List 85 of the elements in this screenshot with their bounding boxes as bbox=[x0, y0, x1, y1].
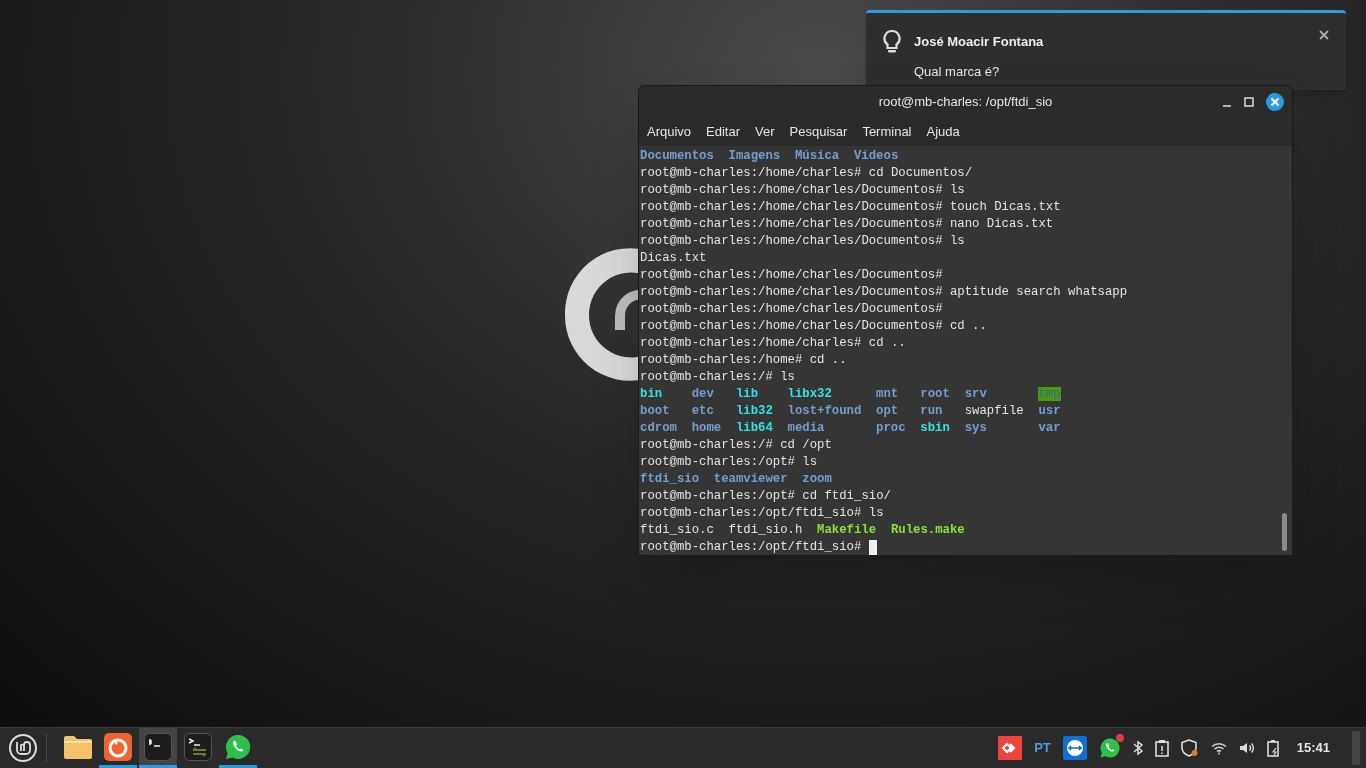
menu-item[interactable]: Terminal bbox=[856, 122, 918, 142]
file-name: Documentos bbox=[640, 149, 714, 163]
terminal-line: root@mb-charles:/home/charles# cd .. bbox=[640, 336, 906, 350]
language-indicator[interactable]: PT bbox=[1034, 738, 1051, 758]
file-name: lib32 bbox=[735, 404, 773, 418]
terminal-prompt: root@mb-charles:/opt/ftdi_sio# bbox=[640, 539, 862, 555]
file-name: swapfile bbox=[964, 404, 1024, 418]
remote-support-icon[interactable] bbox=[1062, 736, 1087, 760]
window-title: root@mb-charles: /opt/ftdi_sio bbox=[878, 93, 1053, 112]
terminal-line: root@mb-charles:/home# cd .. bbox=[640, 353, 847, 367]
terminal-line: root@mb-charles:/opt# cd ftdi_sio/ bbox=[640, 489, 891, 503]
terminal-line: root@mb-charles:/home/charles/Documentos# touch Dicas.txt bbox=[640, 200, 1061, 214]
terminal-line: root@mb-charles:/home/charles/Documentos# bbox=[640, 302, 943, 316]
file-name: usr bbox=[1038, 404, 1061, 418]
close-icon[interactable] bbox=[1266, 93, 1284, 111]
file-name: Makefile bbox=[817, 523, 877, 537]
volume-icon[interactable] bbox=[1238, 741, 1255, 755]
file-name: Imagens bbox=[728, 149, 781, 163]
file-name: ftdi_sio bbox=[640, 472, 700, 486]
file-name: boot bbox=[640, 404, 670, 418]
file-name: opt bbox=[876, 404, 899, 418]
terminal-line: Dicas.txt bbox=[640, 251, 707, 265]
file-name: proc bbox=[876, 421, 906, 435]
clock[interactable]: 15:41 bbox=[1296, 738, 1330, 758]
battery-icon[interactable] bbox=[1266, 739, 1281, 757]
terminal-line: root@mb-charles:/opt/ftdi_sio# ls bbox=[640, 506, 884, 520]
terminal-line: root@mb-charles:/home/charles/Documentos# cd .. bbox=[640, 319, 987, 333]
wifi-icon[interactable] bbox=[1210, 741, 1227, 755]
file-name: cdrom bbox=[640, 421, 677, 435]
file-name: run bbox=[920, 404, 943, 418]
clipboard-icon[interactable] bbox=[1154, 739, 1169, 757]
maximize-icon[interactable] bbox=[1244, 97, 1254, 107]
file-name: bin bbox=[640, 387, 663, 401]
file-name: Música bbox=[794, 149, 840, 163]
file-name: srv bbox=[964, 387, 987, 401]
file-name: home bbox=[691, 421, 722, 435]
terminal-line: root@mb-charles:/# cd /opt bbox=[640, 438, 832, 452]
menu-item[interactable]: Pesquisar bbox=[783, 122, 854, 142]
file-name: sys bbox=[964, 421, 987, 435]
file-name: sbin bbox=[920, 421, 950, 435]
terminal-line: root@mb-charles:/home/charles/Documentos# bbox=[640, 268, 943, 282]
file-name: teamviewer bbox=[713, 472, 788, 486]
file-name: Vídeos bbox=[854, 149, 899, 163]
file-name: lib64 bbox=[735, 421, 773, 435]
notification-message: Qual marca é? bbox=[914, 63, 1000, 81]
terminal-line: root@mb-charles:/home/charles# cd Documentos/ bbox=[640, 166, 973, 180]
menu-logo-icon[interactable] bbox=[8, 733, 38, 763]
whatsapp-icon bbox=[224, 732, 252, 761]
menu-item[interactable]: Editar bbox=[700, 122, 747, 142]
terminal-line: root@mb-charles:/home/charles/Documentos# ls bbox=[640, 234, 965, 248]
menu-item[interactable]: Ajuda bbox=[920, 122, 966, 142]
terminal-line: root@mb-charles:/home/charles/Documentos# nano Dicas.txt bbox=[640, 217, 1054, 231]
terminal-line: root@mb-charles:/# ls bbox=[640, 370, 795, 384]
browser-icon bbox=[104, 732, 132, 761]
file-name: media bbox=[787, 421, 825, 435]
file-name: etc bbox=[691, 404, 714, 418]
scrollbar-thumb[interactable] bbox=[1282, 513, 1287, 551]
notification-title: José Moacir Fontana bbox=[914, 33, 1044, 51]
whatsapp-tray-icon[interactable] bbox=[1098, 737, 1121, 759]
file-name: lib bbox=[735, 387, 759, 401]
text-cursor bbox=[868, 540, 877, 555]
terminal-icon bbox=[144, 732, 172, 761]
file-name: libx32 bbox=[787, 387, 832, 401]
close-icon[interactable] bbox=[1319, 30, 1329, 40]
file-name: mnt bbox=[876, 387, 899, 401]
terminal-arrows-icon bbox=[184, 732, 212, 761]
file-name: lost+found bbox=[787, 404, 862, 418]
remote-desktop-icon[interactable] bbox=[998, 736, 1023, 760]
menu-item[interactable]: Arquivo bbox=[641, 122, 698, 142]
menu-item[interactable]: Ver bbox=[749, 122, 781, 142]
file-name: var bbox=[1038, 421, 1061, 435]
file-name: ftdi_sio.h bbox=[728, 523, 803, 537]
terminal-line: root@mb-charles:/home/charles/Documentos# aptitude search whatsapp bbox=[640, 285, 1128, 299]
file-name: tmp bbox=[1038, 387, 1061, 401]
terminal-line: root@mb-charles:/home/charles/Documentos# ls bbox=[640, 183, 965, 197]
bluetooth-icon[interactable] bbox=[1132, 740, 1143, 756]
lightbulb-icon bbox=[882, 29, 902, 55]
file-name: Rules.make bbox=[890, 523, 965, 537]
shield-icon[interactable] bbox=[1180, 739, 1199, 757]
terminal-line: root@mb-charles:/opt# ls bbox=[640, 455, 818, 469]
folder-icon bbox=[63, 733, 93, 760]
file-name: zoom bbox=[802, 472, 832, 486]
file-name: root bbox=[920, 387, 950, 401]
file-name: dev bbox=[691, 387, 714, 401]
file-name: ftdi_sio.c bbox=[640, 523, 714, 537]
